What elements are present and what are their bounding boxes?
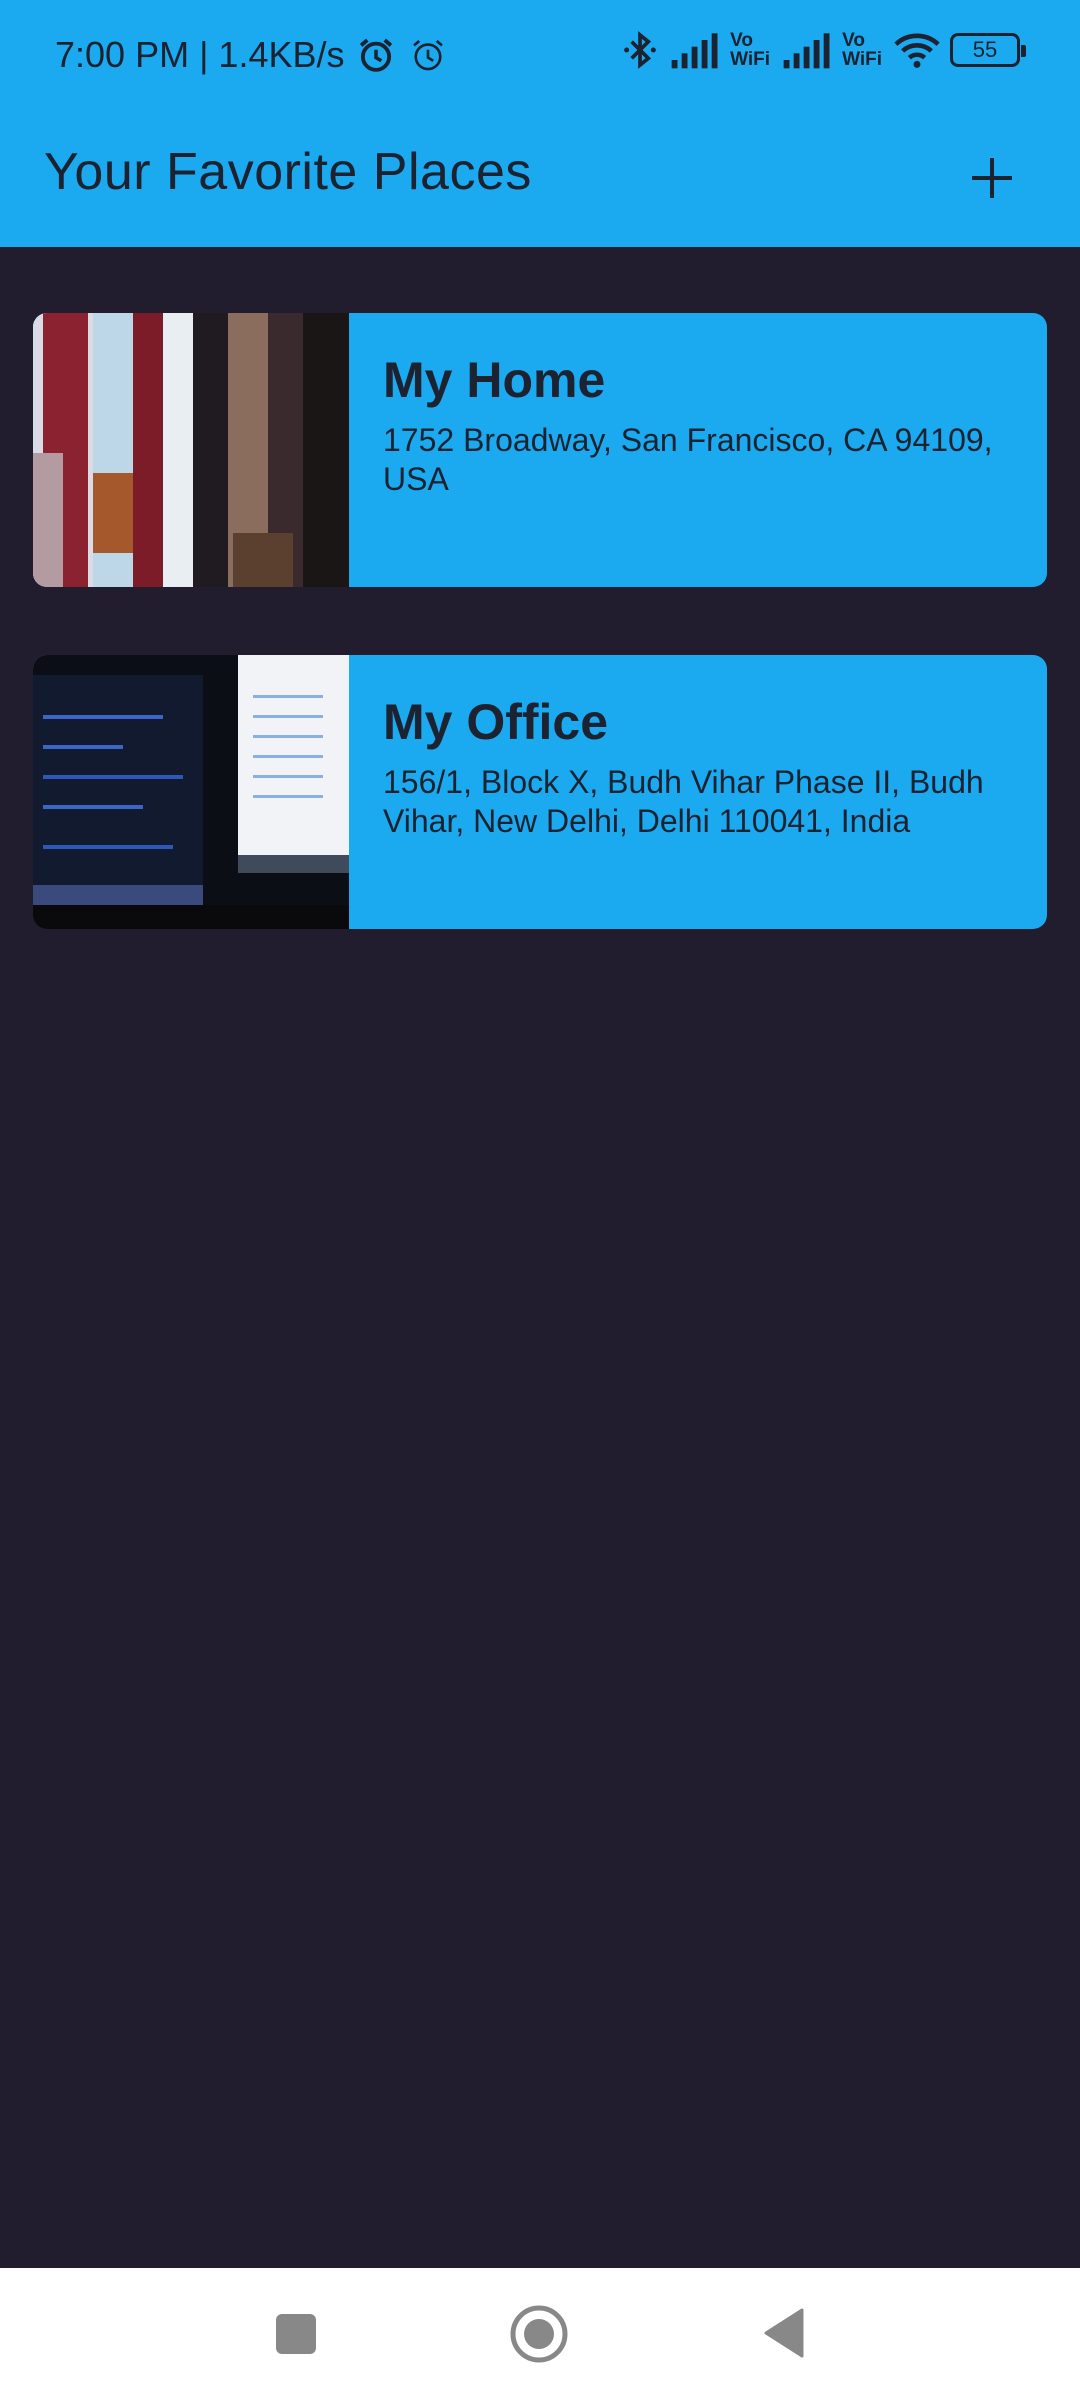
place-info: My Office 156/1, Block X, Budh Vihar Pha… xyxy=(349,655,1047,929)
status-right: Vo WiFi Vo WiFi 55 xyxy=(620,30,1026,70)
wifi-icon xyxy=(894,33,940,68)
bluetooth-icon xyxy=(624,31,656,69)
back-button[interactable] xyxy=(762,2306,806,2365)
status-left: 7:00 PM | 1.4KB/s xyxy=(55,34,449,76)
place-list: My Home 1752 Broadway, San Francisco, CA… xyxy=(33,313,1047,997)
square-icon xyxy=(276,2314,316,2354)
app-bar: Your Favorite Places xyxy=(0,118,1080,247)
place-image xyxy=(33,313,349,587)
battery-level: 55 xyxy=(972,37,998,62)
alarm-outline-icon xyxy=(412,39,443,71)
place-title: My Home xyxy=(383,352,606,408)
place-image xyxy=(33,655,349,929)
circle-home-icon xyxy=(510,2305,568,2363)
signal-icon xyxy=(671,33,718,69)
triangle-back-icon xyxy=(764,2308,804,2358)
vowifi-label: Vo WiFi xyxy=(842,30,882,70)
time-and-speed: 7:00 PM | 1.4KB/s xyxy=(55,34,345,75)
place-card-office[interactable]: My Office 156/1, Block X, Budh Vihar Pha… xyxy=(33,655,1047,929)
plus-icon xyxy=(972,158,1012,198)
place-title: My Office xyxy=(383,694,609,750)
alarm-icon xyxy=(359,38,392,72)
add-place-button[interactable] xyxy=(952,138,1032,218)
battery-icon: 55 xyxy=(950,33,1026,67)
home-button[interactable] xyxy=(509,2304,569,2369)
place-card-home[interactable]: My Home 1752 Broadway, San Francisco, CA… xyxy=(33,313,1047,587)
navigation-bar xyxy=(0,2268,1080,2400)
place-address: 156/1, Block X, Budh Vihar Phase II, Bud… xyxy=(383,764,984,839)
signal-icon xyxy=(783,33,830,69)
page-title: Your Favorite Places xyxy=(44,143,532,201)
place-info: My Home 1752 Broadway, San Francisco, CA… xyxy=(349,313,1047,587)
recents-button[interactable] xyxy=(274,2312,318,2361)
vowifi-label: Vo WiFi xyxy=(730,30,771,70)
status-bar: 7:00 PM | 1.4KB/s Vo WiFi Vo WiFi 55 xyxy=(0,0,1080,118)
place-address: 1752 Broadway, San Francisco, CA 94109, … xyxy=(383,422,993,497)
